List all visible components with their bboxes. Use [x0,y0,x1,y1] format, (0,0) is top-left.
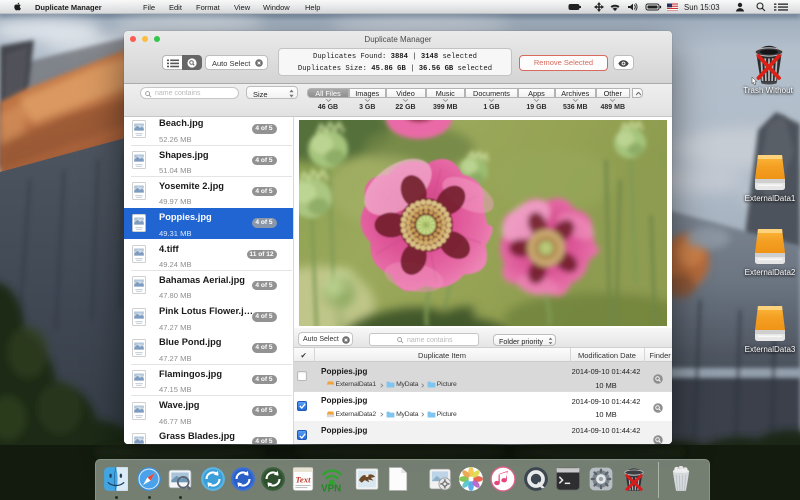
svg-text:VPN: VPN [321,483,341,492]
svg-text:Text: Text [295,474,311,484]
